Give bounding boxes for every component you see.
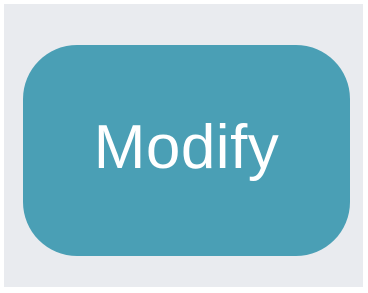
button-panel: Modify bbox=[4, 4, 363, 287]
modify-button-label: Modify bbox=[93, 112, 280, 182]
modify-button[interactable]: Modify bbox=[23, 45, 350, 256]
